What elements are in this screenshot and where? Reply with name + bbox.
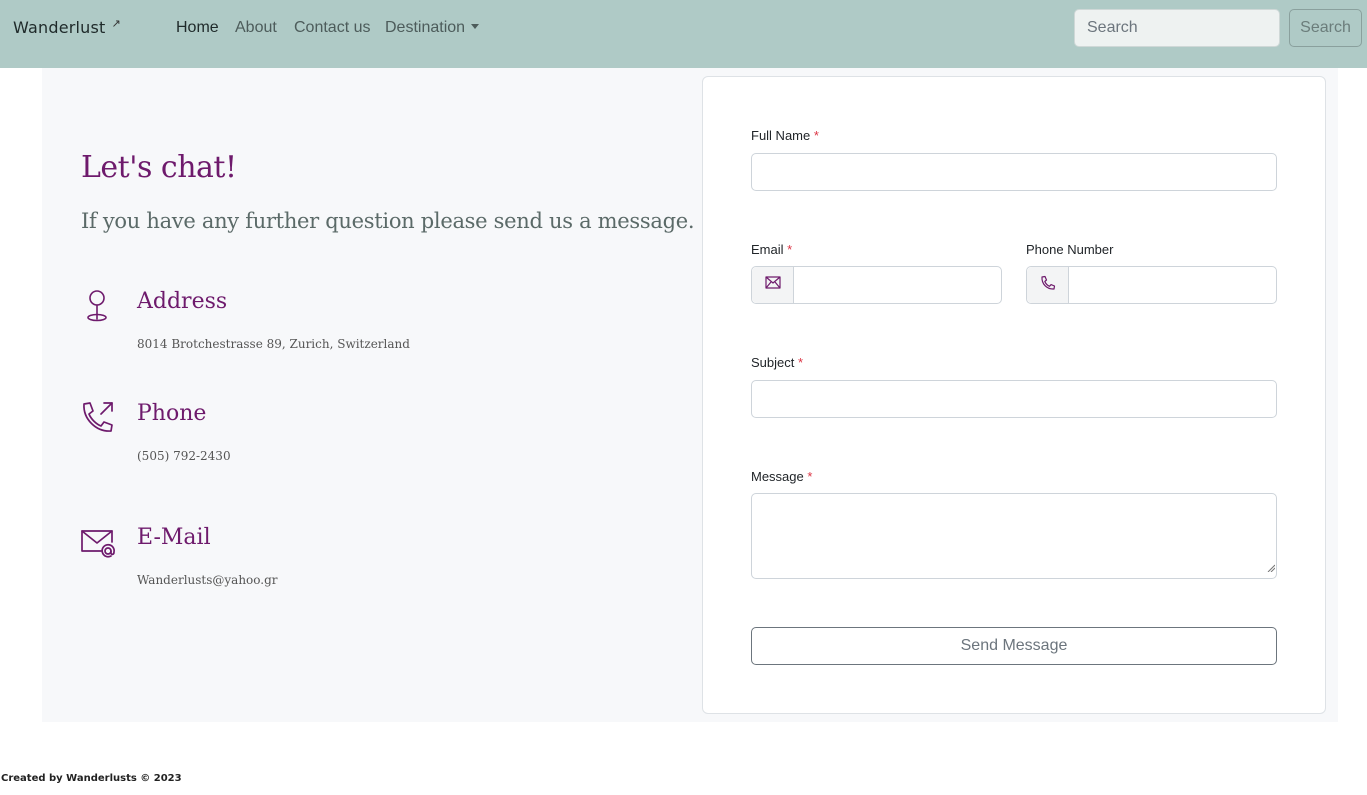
send-message-button[interactable]: Send Message (751, 627, 1277, 665)
required-marker: * (787, 242, 793, 257)
email-input[interactable] (751, 266, 1002, 304)
nav-dropdown-label: Destination (385, 19, 466, 36)
brand-logo[interactable]: Wanderlust ↗ (13, 17, 121, 37)
email-label-text: Email (751, 242, 784, 257)
email-label: Email * (751, 242, 792, 257)
search-button[interactable]: Search (1289, 9, 1362, 47)
phone-number-label: Phone Number (1026, 242, 1114, 257)
phone-addon (1027, 267, 1069, 303)
page-subtitle: If you have any further question please … (81, 209, 695, 233)
resize-handle-icon[interactable] (1267, 559, 1276, 577)
phone-value: (505) 792-2430 (137, 449, 231, 463)
email-addon (752, 267, 794, 303)
nav-link-home[interactable]: Home (176, 19, 219, 37)
search-input[interactable] (1074, 9, 1280, 47)
caret-down-icon (471, 24, 480, 29)
brand-arrow-icon: ↗ (111, 17, 121, 30)
email-value: Wanderlusts@yahoo.gr (137, 573, 278, 587)
nav-link-about[interactable]: About (235, 19, 277, 37)
required-marker: * (807, 469, 813, 484)
phone-number-input[interactable] (1026, 266, 1277, 304)
email-title: E-Mail (137, 525, 211, 550)
navbar: Wanderlust ↗ Home About Contact us Destin… (0, 0, 1367, 68)
subject-label-text: Subject (751, 355, 795, 370)
map-pin-icon (79, 288, 115, 329)
required-marker: * (813, 128, 819, 143)
phone-outgoing-icon (79, 398, 117, 441)
email-at-icon (79, 525, 117, 566)
full-name-input[interactable] (751, 153, 1277, 191)
full-name-label-text: Full Name (751, 128, 811, 143)
message-label-text: Message (751, 469, 804, 484)
brand-name: Wanderlust (13, 18, 106, 37)
address-value: 8014 Brotchestrasse 89, Zurich, Switzerl… (137, 337, 410, 351)
subject-label: Subject * (751, 355, 803, 370)
page-title: Let's chat! (81, 150, 237, 185)
phone-title: Phone (137, 401, 207, 426)
envelope-icon (764, 276, 781, 294)
full-name-label: Full Name * (751, 128, 819, 143)
nav-dropdown-destination[interactable]: Destination (385, 19, 480, 37)
subject-input[interactable] (751, 380, 1277, 418)
message-label: Message * (751, 469, 812, 484)
footer-credit: Created by Wanderlusts © 2023 (1, 773, 182, 784)
phone-icon (1040, 275, 1056, 296)
required-marker: * (798, 355, 804, 370)
message-textarea[interactable] (751, 493, 1277, 579)
nav-link-contact[interactable]: Contact us (294, 19, 370, 37)
address-title: Address (137, 289, 228, 314)
